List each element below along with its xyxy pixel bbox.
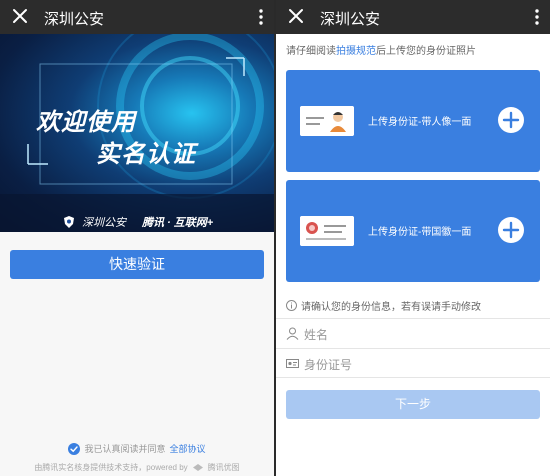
top-bar: 深圳公安: [276, 0, 550, 34]
id-card-emblem-icon: [300, 216, 354, 246]
id-card-portrait-icon: [300, 106, 354, 136]
upload-front-label: 上传身份证-带人像一面: [368, 117, 472, 128]
powered-row: 由腾讯实名核身提供技术支持，powered by 腾讯优图: [0, 462, 274, 473]
agreement-row: 我已认真阅读并同意 全部协议: [0, 442, 274, 455]
page-title: 深圳公安: [44, 11, 105, 28]
powered-brand: 腾讯优图: [207, 463, 240, 472]
upload-front-card[interactable]: 上传身份证-带人像一面: [286, 70, 540, 172]
info-text: 请确认您的身份信息，若有误请手动修改: [301, 302, 481, 313]
powered-text: 由腾讯实名核身提供技术支持，powered by: [34, 463, 188, 472]
brand-police: 深圳公安: [82, 217, 126, 229]
page-title: 深圳公安: [320, 11, 381, 28]
id-number-placeholder: 身份证号: [304, 358, 353, 372]
id-number-field[interactable]: 身份证号: [276, 348, 550, 378]
person-icon: [286, 327, 299, 340]
brand-tencent: 腾讯 · 互联网+: [142, 217, 214, 229]
agreement-text: 我已认真阅读并同意: [84, 444, 166, 454]
id-card-icon: [286, 359, 299, 368]
quick-verify-button[interactable]: 快速验证: [10, 250, 264, 279]
close-icon[interactable]: [286, 6, 306, 26]
upload-back-label: 上传身份证-带国徽一面: [368, 227, 472, 238]
tencent-logo-icon: [192, 464, 203, 471]
more-icon[interactable]: [258, 7, 264, 27]
name-placeholder: 姓名: [304, 328, 329, 342]
shooting-guide-link[interactable]: 拍摄规范: [336, 46, 376, 57]
check-circle-icon[interactable]: [68, 442, 81, 455]
banner-heading-line2: 实名认证: [96, 141, 196, 168]
welcome-banner: 欢迎使用 实名认证 深圳公安 腾讯 · 互联网+: [0, 34, 274, 232]
upload-back-card[interactable]: 上传身份证-带国徽一面: [286, 180, 540, 282]
right-screen: 深圳公安 请仔细阅读拍摄规范后上传您的身份证照片 上传身份证-带人像一面 上传身…: [276, 0, 550, 476]
more-icon[interactable]: [534, 7, 540, 27]
banner-heading-line1: 欢迎使用: [36, 109, 136, 136]
left-screen: 深圳公安 欢迎使用 实名认证 深圳公安 腾讯 · 互联网+ 快速验证 我已认真阅…: [0, 0, 274, 476]
info-row: 请确认您的身份信息，若有误请手动修改: [286, 298, 481, 313]
top-bar: 深圳公安: [0, 0, 274, 34]
police-badge-icon: [64, 216, 74, 228]
instruction-suffix: 后上传您的身份证照片: [376, 46, 476, 57]
name-field[interactable]: 姓名: [276, 318, 550, 348]
instruction-prefix: 请仔细阅读: [286, 46, 336, 57]
upload-instruction: 请仔细阅读拍摄规范后上传您的身份证照片: [286, 42, 476, 57]
close-icon[interactable]: [10, 6, 30, 26]
banner-brand-row: 深圳公安 腾讯 · 互联网+: [62, 214, 213, 230]
plus-circle-icon[interactable]: [498, 217, 524, 243]
next-step-button[interactable]: 下一步: [286, 390, 540, 419]
plus-circle-icon[interactable]: [498, 107, 524, 133]
agreement-link[interactable]: 全部协议: [170, 442, 206, 455]
info-icon: [286, 300, 297, 311]
